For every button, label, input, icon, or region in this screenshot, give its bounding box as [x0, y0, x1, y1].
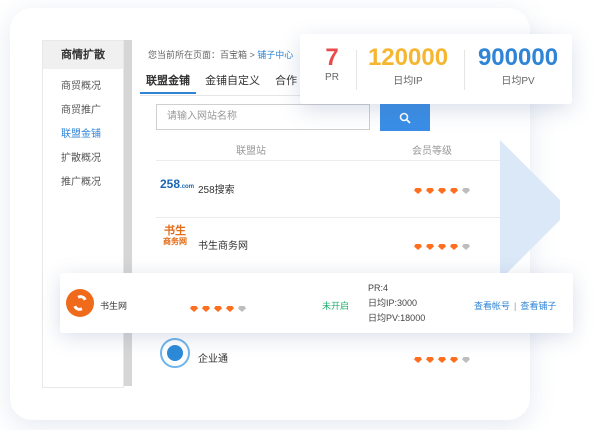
site-logo: 258.com — [160, 177, 194, 191]
diamond-icon — [426, 188, 434, 194]
stat-ip: 120000 日均IP — [360, 44, 456, 87]
diamond-icon — [426, 244, 434, 250]
view-shop-link[interactable]: 查看铺子 — [520, 301, 556, 311]
site-logo-sub: .com — [180, 184, 195, 190]
table-row[interactable]: 企业通 — [156, 330, 500, 386]
table-row[interactable]: 258.com 258搜索 — [156, 161, 500, 218]
shusheng-logo-icon — [66, 289, 94, 317]
stat-pr-label: PR — [325, 72, 339, 83]
diamond-icon-empty — [462, 357, 470, 363]
site-name[interactable]: 书生商务网 — [198, 237, 248, 252]
table-header: 联盟站 会员等级 — [156, 140, 500, 161]
status-badge: 未开启 — [322, 301, 350, 311]
site-metrics: PR:4 日均IP:3000 日均PV:18000 — [368, 281, 425, 326]
floating-row-card[interactable]: 书生网 未开启 PR:4 日均IP:3000 日均PV:18000 查看帐号 | 查… — [60, 273, 573, 333]
stat-pv: 900000 日均PV — [468, 44, 568, 87]
tab-shop-custom[interactable]: 金铺自定义 — [199, 70, 266, 92]
table-row[interactable]: 书生 商务网 书生商务网 — [156, 217, 500, 274]
sidebar-item-trade-promotion[interactable]: 商贸推广 — [43, 99, 123, 123]
diamond-icon — [438, 244, 446, 250]
sidebar-item-promotion-overview[interactable]: 推广概况 — [43, 171, 123, 195]
tab-alliance-shop[interactable]: 联盟金铺 — [140, 70, 196, 94]
scrollbar[interactable] — [124, 40, 132, 386]
sidebar-item-spread-overview[interactable]: 扩散概况 — [43, 147, 123, 171]
diamond-icon — [450, 188, 458, 194]
stat-ip-value: 120000 — [367, 44, 449, 71]
site-logo-sub: 商务网 — [163, 237, 187, 246]
decorative-arrow — [500, 140, 560, 280]
link-separator: | — [514, 301, 517, 311]
diamond-icon-empty — [462, 188, 470, 194]
site-logo-text: 258 — [160, 177, 181, 191]
site-name[interactable]: 258搜索 — [198, 181, 235, 196]
diamond-icon — [190, 306, 198, 312]
stat-pv-label: 日均PV — [501, 76, 535, 87]
column-header-level: 会员等级 — [412, 146, 452, 157]
member-rating — [412, 181, 472, 199]
sidebar-header: 商情扩散 — [43, 41, 123, 69]
breadcrumb: 您当前所在页面：百宝箱 > 铺子中心 — [148, 48, 293, 61]
site-logo-text: 书生 — [164, 225, 186, 237]
qiyetong-logo-icon — [160, 338, 190, 368]
tab-bar: 联盟金铺 金铺自定义 合作 — [140, 70, 303, 94]
search-button[interactable] — [380, 103, 430, 131]
stat-ip-label: 日均IP — [393, 76, 423, 87]
diamond-icon — [226, 306, 234, 312]
diamond-icon — [426, 357, 434, 363]
member-rating — [412, 350, 472, 368]
search-input[interactable]: 请输入网站名称 — [156, 104, 370, 130]
site-logo: 书生 商务网 — [160, 225, 190, 247]
diamond-icon — [450, 357, 458, 363]
diamond-icon — [414, 244, 422, 250]
stat-pr: 7 PR — [314, 44, 350, 83]
site-name[interactable]: 书生网 — [100, 299, 127, 312]
search-icon — [399, 112, 411, 124]
sidebar: 商情扩散 商贸概况 商贸推广 联盟金铺 扩散概况 推广概况 — [42, 40, 124, 388]
metric-pr: PR:4 — [368, 283, 389, 293]
view-account-link[interactable]: 查看帐号 — [474, 301, 510, 311]
site-name[interactable]: 企业通 — [198, 350, 228, 365]
stat-pv-value: 900000 — [477, 44, 559, 71]
diamond-icon — [414, 188, 422, 194]
metric-pv: 日均PV:18000 — [368, 313, 426, 323]
tab-cooperation[interactable]: 合作 — [269, 70, 303, 92]
diamond-icon — [438, 357, 446, 363]
diamond-icon-empty — [462, 244, 470, 250]
stats-card: 7 PR 120000 日均IP 900000 日均PV — [300, 34, 572, 104]
stat-divider — [356, 50, 357, 90]
breadcrumb-separator: > — [247, 50, 258, 60]
column-header-site: 联盟站 — [236, 146, 266, 157]
member-rating — [188, 299, 248, 317]
metric-ip: 日均IP:3000 — [368, 298, 418, 308]
diamond-icon — [438, 188, 446, 194]
stat-divider — [464, 50, 465, 90]
sidebar-item-alliance-shop[interactable]: 联盟金铺 — [43, 123, 123, 147]
stat-pr-value: 7 — [325, 44, 339, 71]
diamond-icon — [414, 357, 422, 363]
diamond-icon-empty — [238, 306, 246, 312]
diamond-icon — [214, 306, 222, 312]
breadcrumb-current[interactable]: 铺子中心 — [257, 50, 293, 60]
member-rating — [412, 237, 472, 255]
diamond-icon — [450, 244, 458, 250]
breadcrumb-prefix: 您当前所在页面：百宝箱 — [148, 50, 248, 60]
row-actions: 查看帐号 | 查看铺子 — [474, 299, 556, 312]
sidebar-item-trade-overview[interactable]: 商贸概况 — [43, 75, 123, 99]
diamond-icon — [202, 306, 210, 312]
